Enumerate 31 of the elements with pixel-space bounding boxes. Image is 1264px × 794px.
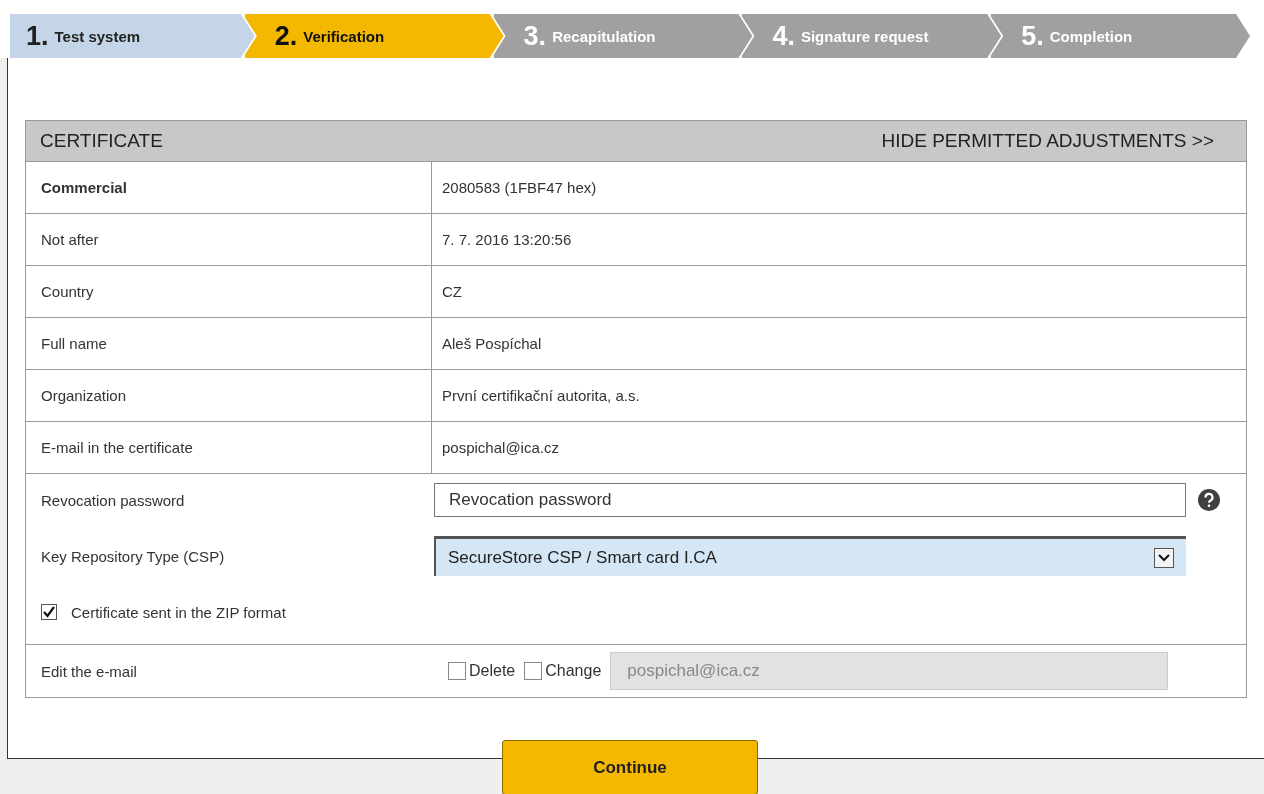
field-label: E-mail in the certificate xyxy=(26,422,432,473)
field-label: Key Repository Type (CSP) xyxy=(41,547,226,565)
hide-adjustments-link[interactable]: HIDE PERMITTED ADJUSTMENTS >> xyxy=(881,130,1214,152)
field-label: Not after xyxy=(26,214,432,265)
wizard-step: 4. Signature request xyxy=(740,14,1002,58)
field-value: 2080583 (1FBF47 hex) xyxy=(441,178,598,198)
field-label: Commercial xyxy=(26,162,432,213)
caret-icon xyxy=(1154,547,1174,568)
password-field[interactable]: Revocation password xyxy=(434,483,1186,517)
wizard-step: 1. Test system xyxy=(10,14,255,58)
csp-dropdown[interactable]: SecureStore CSP / Smart card I.CA xyxy=(434,536,1186,576)
continue-button[interactable]: Continue xyxy=(502,740,758,794)
field-value: 7. 7. 2016 13:20:56 xyxy=(441,230,573,250)
field-value: pospichal@ica.cz xyxy=(441,438,560,458)
field-label: Edit the e-mail xyxy=(41,662,138,680)
section-title: CERTIFICATE xyxy=(40,130,163,152)
help-icon[interactable] xyxy=(1198,489,1220,511)
wizard-step: 5. Completion xyxy=(989,14,1250,58)
checkbox-label: Delete xyxy=(469,662,516,680)
field-label: Country xyxy=(26,266,432,317)
checkbox-label: Certificate sent in the ZIP format xyxy=(71,603,286,621)
zip-checkbox[interactable] xyxy=(41,604,57,620)
field-label: Organization xyxy=(26,370,432,421)
field-label: Full name xyxy=(26,318,432,369)
checkbox-label: Change xyxy=(545,662,602,680)
wizard-step: 3. Recapitulation xyxy=(491,14,753,58)
field-label: Revocation password xyxy=(41,491,186,509)
field-value: CZ xyxy=(441,282,463,302)
field-value: První certifikační autorita, a.s. xyxy=(441,386,641,406)
wizard-step: 2. Verification xyxy=(242,14,504,58)
field-value: Aleš Pospíchal xyxy=(441,334,543,354)
